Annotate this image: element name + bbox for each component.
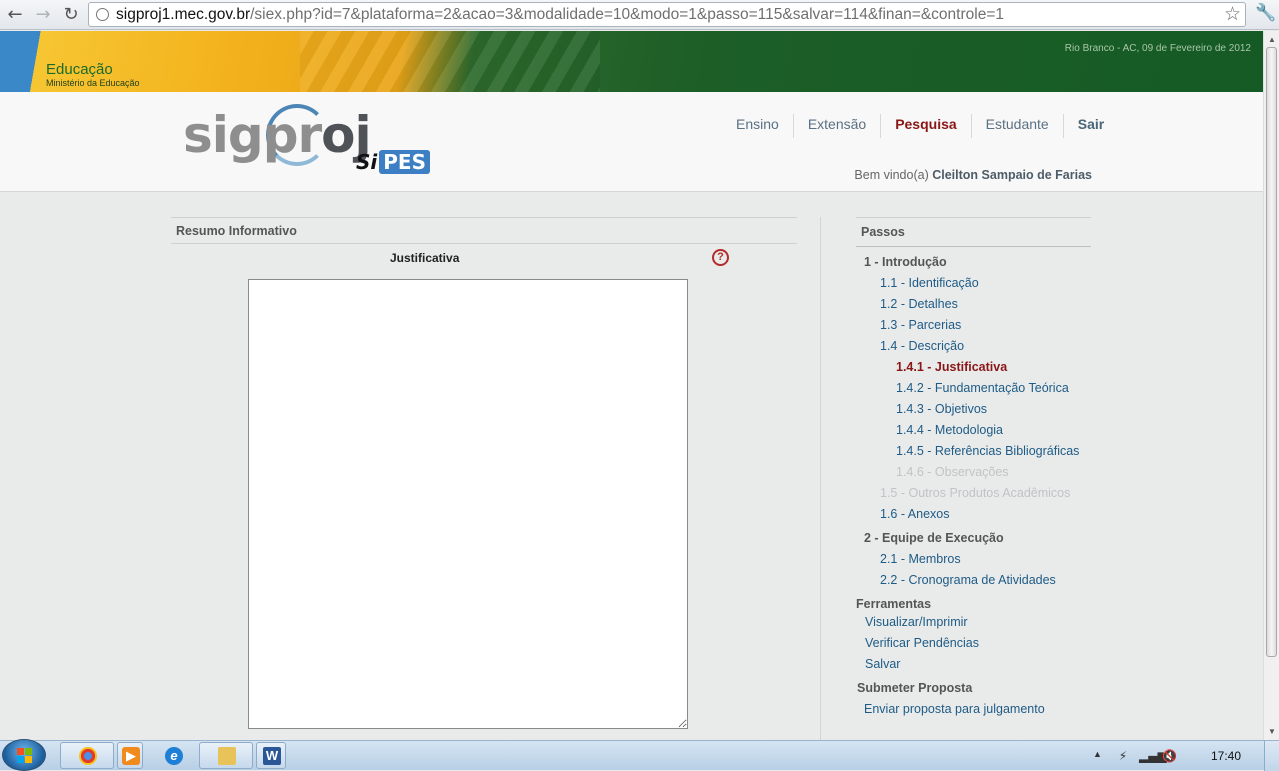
word-icon: W (263, 747, 281, 765)
nav-sair[interactable]: Sair (1062, 114, 1118, 138)
help-icon[interactable]: ? (712, 249, 729, 266)
step-membros[interactable]: 2.1 - Membros (880, 552, 961, 566)
submit-proposal-link[interactable]: Enviar proposta para julgamento (864, 702, 1045, 716)
step-descricao[interactable]: 1.4 - Descrição (880, 339, 964, 353)
section-title: Resumo Informativo (176, 224, 297, 238)
step-objetivos[interactable]: 1.4.3 - Objetivos (896, 402, 987, 416)
start-button[interactable] (2, 739, 46, 771)
chrome-icon (79, 747, 97, 765)
tool-verificar[interactable]: Verificar Pendências (865, 636, 979, 650)
site-header: sigproj Si PES Ensino Extensão Pesquisa E… (0, 92, 1263, 192)
scroll-down-arrow-icon[interactable]: ▼ (1268, 727, 1276, 736)
justificativa-label: Justificativa (390, 251, 460, 265)
submeter-title: Submeter Proposta (857, 681, 973, 695)
step-group-introducao: 1 - Introdução (864, 255, 947, 269)
url-path: /siex.php?id=7&plataforma=2&acao=3&modal… (250, 6, 1004, 23)
scroll-up-arrow-icon[interactable]: ▲ (1268, 35, 1276, 44)
column-divider (820, 217, 821, 747)
windows-logo-icon (17, 748, 33, 764)
page-scrollbar[interactable]: ▲ ▼ (1263, 31, 1279, 740)
taskbar-clock[interactable]: 17:40 (1211, 749, 1241, 763)
logo-part-1: sigpr (183, 106, 322, 164)
url-host: sigproj1.mec.gov.br (116, 6, 251, 23)
banner-date: Rio Branco - AC, 09 de Fevereiro de 2012 (1064, 43, 1251, 54)
main-content: Resumo Informativo Justificativa ? Passo… (0, 193, 1263, 747)
taskbar-chrome[interactable] (60, 742, 114, 769)
tool-visualizar[interactable]: Visualizar/Imprimir (865, 615, 968, 629)
nav-extensao[interactable]: Extensão (792, 114, 880, 138)
passos-header: Passos (856, 217, 1091, 247)
banner-title[interactable]: Educação (46, 61, 113, 78)
gov-banner: Educação Ministério da Educação Rio Bran… (0, 31, 1263, 92)
step-fundamentacao[interactable]: 1.4.2 - Fundamentação Teórica (896, 381, 1069, 395)
tool-salvar[interactable]: Salvar (865, 657, 900, 671)
step-justificativa[interactable]: 1.4.1 - Justificativa (896, 360, 1007, 374)
network-signal-icon[interactable]: ▂▄▆ (1139, 749, 1167, 763)
welcome-message: Bem vindo(a) Cleilton Sampaio de Farias (854, 168, 1092, 182)
step-identificacao[interactable]: 1.1 - Identificação (880, 276, 979, 290)
folder-icon (218, 747, 236, 765)
nav-ensino[interactable]: Ensino (722, 114, 793, 138)
tray-expand-icon[interactable]: ▲ (1093, 749, 1102, 759)
back-arrow-icon[interactable]: ← (4, 4, 26, 26)
ferramentas-title: Ferramentas (856, 597, 932, 611)
step-group-equipe: 2 - Equipe de Execução (864, 531, 1004, 545)
step-anexos[interactable]: 1.6 - Anexos (880, 507, 950, 521)
nav-estudante[interactable]: Estudante (970, 114, 1063, 138)
section-header: Resumo Informativo (171, 217, 797, 244)
scroll-thumb[interactable] (1266, 47, 1277, 657)
step-outros-produtos: 1.5 - Outros Produtos Acadêmicos (880, 486, 1071, 500)
bookmark-star-icon[interactable]: ☆ (1224, 3, 1241, 25)
sipes-logo: Si PES (356, 150, 430, 174)
step-cronograma[interactable]: 2.2 - Cronograma de Atividades (880, 573, 1056, 587)
sipes-box: PES (379, 150, 430, 174)
page-globe-icon (96, 8, 109, 21)
top-nav: Ensino Extensão Pesquisa Estudante Sair (722, 114, 1118, 138)
media-player-icon: ▶ (122, 747, 140, 765)
taskbar-media-player[interactable]: ▶ (117, 742, 143, 769)
wrench-icon[interactable]: 🔧 (1255, 3, 1276, 23)
sipes-prefix: Si (356, 150, 378, 174)
show-desktop-button[interactable] (1264, 741, 1279, 771)
justificativa-textarea[interactable] (248, 279, 688, 729)
step-observacoes: 1.4.6 - Observações (896, 465, 1009, 479)
reload-icon[interactable]: ↻ (60, 4, 82, 26)
volume-muted-icon[interactable]: 🔇 (1162, 749, 1177, 763)
taskbar-explorer[interactable] (199, 742, 253, 769)
sigproj-logo[interactable]: sigproj (183, 106, 372, 164)
step-metodologia[interactable]: 1.4.4 - Metodologia (896, 423, 1003, 437)
step-referencias[interactable]: 1.4.5 - Referências Bibliográficas (896, 444, 1079, 458)
browser-toolbar: ← → ↻ sigproj1.mec.gov.br/siex.php?id=7&… (0, 0, 1279, 30)
taskbar-internet-explorer[interactable]: e (146, 742, 196, 769)
windows-taskbar: ▶ e W ▲ ⚡ ▂▄▆ 🔇 17:40 (0, 739, 1279, 771)
power-plug-icon[interactable]: ⚡ (1116, 749, 1130, 763)
form-panel: Resumo Informativo Justificativa ? (171, 217, 797, 747)
banner-subtitle: Ministério da Educação (46, 78, 140, 88)
forward-arrow-icon[interactable]: → (32, 4, 54, 26)
user-name: Cleilton Sampaio de Farias (932, 168, 1092, 182)
internet-explorer-icon: e (165, 747, 183, 765)
taskbar-word[interactable]: W (256, 742, 286, 769)
step-parcerias[interactable]: 1.3 - Parcerias (880, 318, 961, 332)
address-bar[interactable]: sigproj1.mec.gov.br/siex.php?id=7&plataf… (88, 2, 1246, 27)
url-text[interactable]: sigproj1.mec.gov.br/siex.php?id=7&plataf… (116, 6, 1004, 24)
banner-decoration (300, 31, 600, 92)
step-detalhes[interactable]: 1.2 - Detalhes (880, 297, 958, 311)
welcome-prefix: Bem vindo(a) (854, 168, 929, 182)
nav-pesquisa[interactable]: Pesquisa (880, 114, 970, 138)
passos-title: Passos (861, 225, 905, 239)
